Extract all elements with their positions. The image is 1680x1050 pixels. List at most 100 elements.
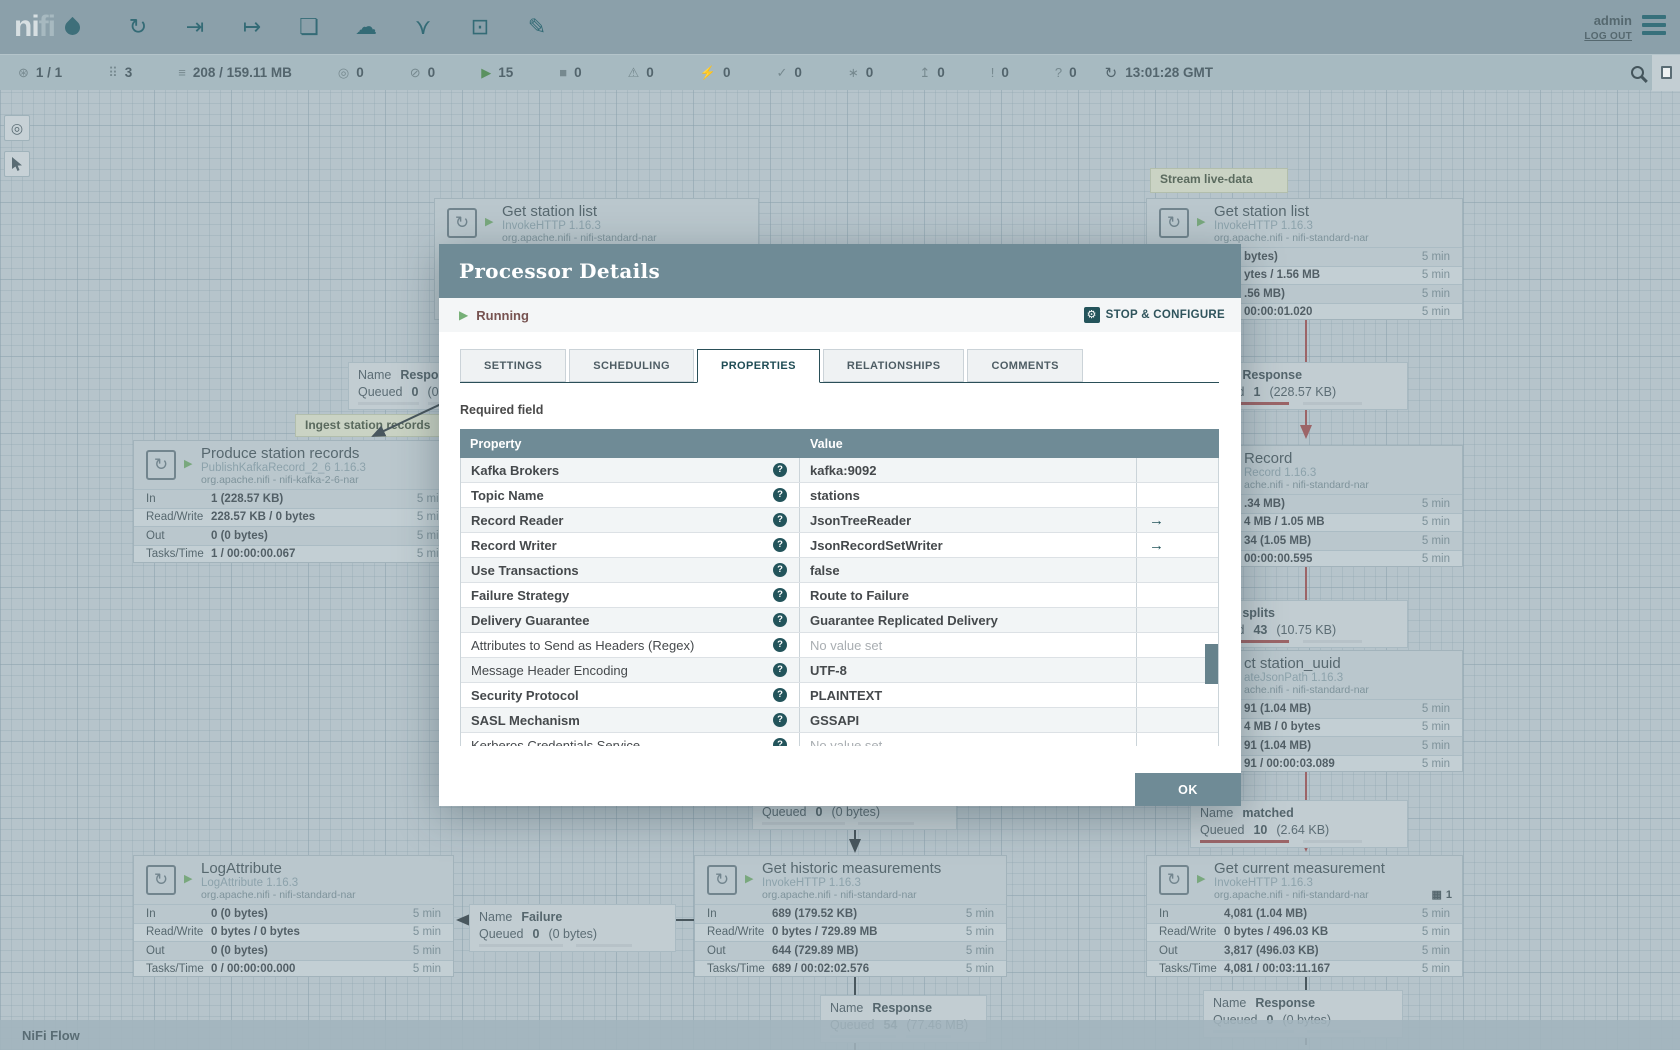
navigate-button[interactable]: ◎ [4, 115, 30, 141]
stat-value: 91 (1.04 MB) [1244, 739, 1312, 752]
conn-name-label: Name [1213, 995, 1247, 1010]
status-item-running: ▶ 15 [481, 65, 513, 81]
breadcrumb[interactable]: NiFi Flow [22, 1028, 80, 1043]
run-status-icon: ▶ [184, 458, 193, 470]
running-icon: ▶ [459, 308, 469, 322]
output-port-icon[interactable]: ↦ [236, 10, 268, 44]
help-icon[interactable]: ? [773, 613, 787, 627]
property-name: Failure Strategy [471, 587, 570, 603]
property-value: kafka:9092 [800, 458, 1137, 482]
stat-value: 91 / 00:00:03.089 [1244, 758, 1335, 771]
processor-node[interactable]: ↻ ▶ Get current measurement InvokeHTTP 1.16… [1146, 855, 1463, 977]
property-row: Record Writer? JsonRecordSetWriter → [461, 533, 1218, 558]
help-icon[interactable]: ? [773, 663, 787, 677]
stat-label: Out [707, 944, 726, 957]
canvas-label-stream[interactable]: Stream live-data [1150, 168, 1288, 193]
status-item-queued: ≡ 208 / 159.11 MB [178, 65, 292, 80]
stop-and-configure-button[interactable]: ⚙ STOP & CONFIGURE [1083, 307, 1225, 323]
help-icon[interactable]: ? [773, 713, 787, 727]
conn-name-value: matched [1242, 805, 1294, 820]
properties-table: Property Value Kafka Brokers? kafka:9092 T… [460, 429, 1219, 746]
processor-header: ↻ ▶ LogAttribute LogAttribute 1.16.3 org.apa… [134, 856, 453, 904]
processor-header: ↻ ▶ Produce station records PublishKafkaRec… [134, 441, 457, 489]
tab-comments[interactable]: COMMENTS [967, 349, 1083, 382]
processor-node[interactable]: ↻ ▶ Produce station records PublishKafkaRec… [133, 440, 458, 563]
logout-link[interactable]: LOG OUT [1584, 31, 1632, 42]
status-item-invalid: ⚠ 0 [628, 65, 654, 81]
processor-stats: In 4,081 (1.04 MB) 5 min Read/Write 0 bytes … [1147, 904, 1462, 976]
template-icon[interactable]: ⊡ [464, 10, 496, 44]
process-group-icon[interactable]: ❏ [293, 10, 325, 44]
status-flyout-button[interactable] [1652, 54, 1680, 91]
stat-value: .34 MB) [1244, 497, 1285, 510]
funnel-icon[interactable]: ⋎ [407, 10, 439, 44]
table-scrollbar[interactable] [1205, 644, 1218, 684]
help-icon[interactable]: ? [773, 688, 787, 702]
go-to-service-icon[interactable]: → [1149, 537, 1164, 554]
stat-label: Tasks/Time [146, 963, 204, 976]
stat-value: .56 MB) [1244, 287, 1285, 300]
help-icon[interactable]: ? [773, 463, 787, 477]
tab-scheduling[interactable]: SCHEDULING [569, 349, 694, 382]
stat-window: 5 min [1421, 721, 1450, 734]
refresh-button[interactable]: ↻ 13:01:28 GMT [1105, 64, 1213, 82]
conn-name-label: Name [358, 367, 392, 382]
select-tool-button[interactable] [4, 151, 30, 177]
transmitting-count: 0 [356, 65, 364, 80]
dialog-title: Processor Details [459, 259, 660, 283]
cluster-icon: ⊛ [18, 64, 29, 80]
status-item-sync-failure: ? 0 [1055, 65, 1077, 80]
processor-name: Get station list [502, 203, 598, 220]
help-icon[interactable]: ? [773, 738, 787, 746]
stat-row: Read/Write 228.57 KB / 0 bytes 5 min [134, 507, 457, 526]
processor-bundle: org.apache.nifi - nifi-kafka-2-6-nar [201, 474, 359, 486]
tab-properties[interactable]: PROPERTIES [696, 349, 820, 383]
help-icon[interactable]: ? [773, 538, 787, 552]
queue-progress-bar [479, 944, 666, 947]
processor-icon: ↻ [1159, 208, 1189, 238]
stat-row: Read/Write 0 bytes / 0 bytes 5 min [134, 922, 453, 941]
go-to-service-icon[interactable]: → [1149, 512, 1164, 529]
help-icon[interactable]: ? [773, 488, 787, 502]
processor-type: InvokeHTTP 1.16.3 [502, 220, 601, 232]
processor-node[interactable]: ↻ ▶ Get historic measurements InvokeHTTP 1.… [694, 855, 1007, 977]
stat-value: 0 (0 bytes) [211, 529, 268, 542]
invalid-count: 0 [646, 65, 654, 80]
stat-value: bytes) [1244, 250, 1278, 263]
processor-bundle: ache.nifi - nifi-standard-nar [1244, 479, 1369, 491]
processor-header: ↻ ▶ Get station list InvokeHTTP 1.16.3 org.a… [435, 199, 758, 247]
help-icon[interactable]: ? [773, 588, 787, 602]
processor-bundle: org.apache.nifi - nifi-standard-nar [201, 889, 356, 901]
conn-queued-label: Queued [762, 804, 807, 819]
tab-settings[interactable]: SETTINGS [460, 349, 567, 382]
ok-button[interactable]: OK [1135, 773, 1241, 806]
processor-icon[interactable]: ↻ [122, 10, 154, 44]
status-item-up-to-date: ✓ 0 [776, 65, 801, 81]
help-icon[interactable]: ? [773, 513, 787, 527]
processor-header: ↻ ▶ Get station list InvokeHTTP 1.16.3 org.a… [1147, 199, 1462, 247]
help-icon[interactable]: ? [773, 563, 787, 577]
connection-label[interactable]: Name matched Queued 10 (2.64 KB) [1190, 800, 1408, 848]
stat-value: 4,081 (1.04 MB) [1224, 907, 1308, 920]
property-value: PLAINTEXT [800, 683, 1137, 707]
stat-row: Read/Write 0 bytes / 729.89 MB 5 min [695, 922, 1006, 941]
global-menu-icon[interactable] [1642, 15, 1666, 35]
remote-process-group-icon[interactable]: ☁ [350, 10, 382, 44]
tab-relationships[interactable]: RELATIONSHIPS [822, 349, 965, 382]
stat-label: In [146, 492, 156, 505]
processor-details-dialog: Processor Details ▶ Running ⚙ STOP & CON… [439, 244, 1241, 806]
help-icon[interactable]: ? [773, 638, 787, 652]
processor-node[interactable]: ↻ ▶ LogAttribute LogAttribute 1.16.3 org.apa… [133, 855, 454, 977]
search-button[interactable] [1622, 55, 1652, 91]
processor-type: LogAttribute 1.16.3 [201, 877, 299, 889]
refresh-icon: ↻ [1104, 64, 1118, 82]
status-item-not-transmitting: ⊘ 0 [410, 65, 435, 81]
conn-name-label: Name [479, 909, 513, 924]
properties-rows: Kafka Brokers? kafka:9092 Topic Name? stati… [460, 458, 1219, 746]
label-icon[interactable]: ✎ [521, 10, 553, 44]
required-field-note: Required field [460, 403, 544, 417]
stat-value: 91 (1.04 MB) [1244, 702, 1312, 715]
input-port-icon[interactable]: ⇥ [179, 10, 211, 44]
connection-label[interactable]: Name Failure Queued 0 (0 bytes) [469, 904, 676, 952]
stat-row: In 1 (228.57 KB) 5 min [134, 489, 457, 508]
